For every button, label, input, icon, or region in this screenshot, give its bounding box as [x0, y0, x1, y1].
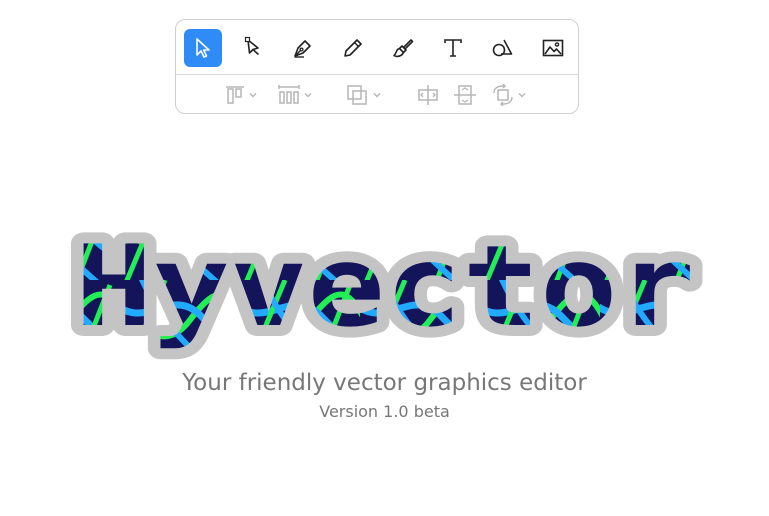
pencil-tool-button[interactable]: [334, 29, 372, 67]
arrange-tools-row: [176, 76, 578, 114]
distribute-icon: [278, 85, 300, 104]
image-icon: [542, 39, 564, 57]
pencil-icon: [344, 39, 362, 57]
paint-brush-icon: [393, 39, 414, 58]
flip-vertical-icon: [454, 85, 476, 105]
align-dropdown[interactable]: [224, 84, 258, 106]
drawing-tools-row: [176, 20, 578, 75]
hyvector-logo: Hyvector Hyvector: [64, 211, 706, 363]
shapes-tool-button[interactable]: [484, 29, 522, 67]
shapes-icon: [492, 39, 513, 57]
pointer-arrow-icon: [196, 38, 210, 58]
pen-nib-icon: [294, 40, 311, 58]
chevron-down-icon: [518, 93, 526, 98]
image-tool-button[interactable]: [534, 29, 572, 67]
direct-select-tool-button[interactable]: [234, 29, 272, 67]
select-tool-button[interactable]: [184, 29, 222, 67]
boolean-ops-icon: [347, 85, 367, 105]
logo-fill-text: Hyvector: [75, 222, 695, 352]
text-tool-button[interactable]: [434, 29, 472, 67]
flip-horizontal-icon: [418, 85, 438, 105]
chevron-down-icon: [373, 93, 381, 98]
chevron-down-icon: [304, 93, 312, 98]
main-toolbar: [175, 19, 579, 114]
distribute-dropdown[interactable]: [277, 84, 313, 106]
app-version: Version 1.0 beta: [319, 402, 450, 421]
boolean-dropdown[interactable]: [346, 84, 382, 106]
flip-vertical-button[interactable]: [453, 84, 477, 106]
brush-tool-button[interactable]: [384, 29, 422, 67]
pen-tool-button[interactable]: [284, 29, 322, 67]
transform-dropdown[interactable]: [491, 84, 527, 106]
text-T-icon: [444, 39, 462, 57]
chevron-down-icon: [249, 93, 257, 98]
app-tagline: Your friendly vector graphics editor: [182, 370, 587, 396]
node-select-icon: [244, 36, 260, 56]
align-top-icon: [226, 86, 244, 104]
flip-horizontal-button[interactable]: [416, 84, 440, 106]
transform-icon: [493, 84, 513, 106]
